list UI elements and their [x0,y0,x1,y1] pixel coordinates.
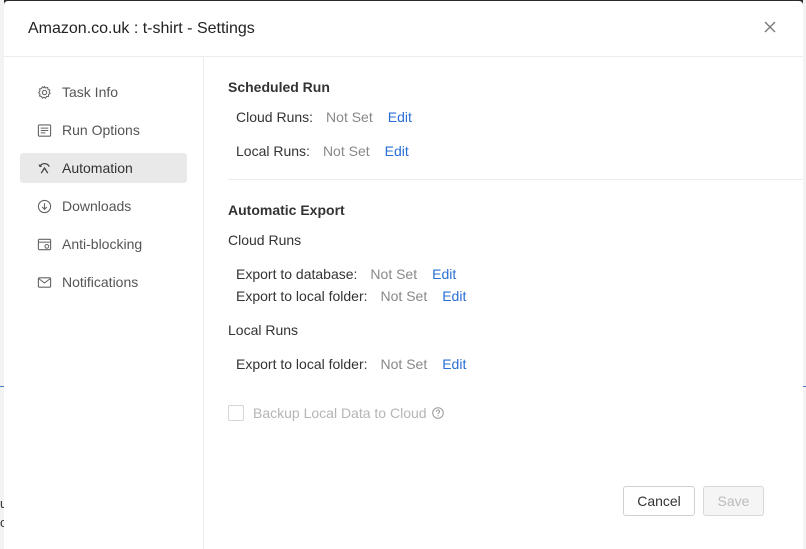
help-icon[interactable] [431,407,444,419]
settings-dialog: Amazon.co.uk : t-shirt - Settings Task I… [4,1,803,549]
save-button[interactable]: Save [703,486,764,516]
anti-blocking-icon [36,236,52,252]
edit-cloud-schedule-link[interactable]: Edit [388,109,412,125]
sidebar-item-label: Automation [62,160,133,176]
cloud-export-local-folder-row: Export to local folder: Not Set Edit [236,288,466,304]
local-export-local-folder-row: Export to local folder: Not Set Edit [236,356,466,372]
sidebar-item-run-options[interactable]: Run Options [20,115,187,145]
download-icon [36,198,52,214]
edit-cloud-database-link[interactable]: Edit [432,266,456,282]
automation-icon [36,160,52,176]
row-value: Not Set [380,356,428,372]
sidebar-item-label: Downloads [62,198,132,214]
backup-option: Backup Local Data to Cloud [228,405,444,421]
sidebar-item-label: Run Options [62,122,140,138]
row-label: Export to database: [236,266,358,282]
sidebar-item-downloads[interactable]: Downloads [20,191,187,221]
row-label: Export to local folder: [236,288,368,304]
local-runs-export-title: Local Runs [228,322,299,338]
dialog-title: Amazon.co.uk : t-shirt - Settings [28,20,255,37]
row-value: Not Set [380,288,428,304]
sidebar-item-anti-blocking[interactable]: Anti-blocking [20,229,187,259]
section-divider [228,179,803,180]
settings-sidebar: Task Info Run Options Automation Downloa… [4,57,204,549]
edit-local-folder-link[interactable]: Edit [442,356,466,372]
sidebar-item-label: Task Info [62,84,119,100]
close-icon [764,21,776,33]
row-value: Not Set [326,109,373,125]
row-label: Cloud Runs: [236,109,314,125]
cloud-runs-schedule-row: Cloud Runs: Not Set Edit [236,109,412,125]
row-value: Not Set [370,266,418,282]
sidebar-item-label: Notifications [62,274,139,290]
close-button[interactable] [761,18,779,36]
sidebar-item-automation[interactable]: Automation [20,153,187,183]
sidebar-item-label: Anti-blocking [62,236,143,252]
list-icon [36,122,52,138]
gear-icon [36,84,52,100]
cloud-export-database-row: Export to database: Not Set Edit [236,266,456,282]
dialog-header: Amazon.co.uk : t-shirt - Settings [4,1,803,57]
row-label: Export to local folder: [236,356,368,372]
backup-checkbox[interactable] [228,405,244,421]
sidebar-item-notifications[interactable]: Notifications [20,267,187,297]
local-runs-schedule-row: Local Runs: Not Set Edit [236,143,409,159]
cloud-runs-export-title: Cloud Runs [228,232,302,248]
automatic-export-title: Automatic Export [228,202,345,218]
mail-icon [36,274,52,290]
edit-local-schedule-link[interactable]: Edit [385,143,409,159]
sidebar-item-task-info[interactable]: Task Info [20,77,187,107]
row-label: Local Runs: [236,143,310,159]
backup-label: Backup Local Data to Cloud [253,405,427,421]
settings-content: Scheduled Run Cloud Runs: Not Set Edit L… [204,57,803,549]
row-value: Not Set [322,143,370,159]
cancel-button[interactable]: Cancel [623,486,695,516]
edit-cloud-local-folder-link[interactable]: Edit [442,288,466,304]
scheduled-run-title: Scheduled Run [228,79,330,95]
